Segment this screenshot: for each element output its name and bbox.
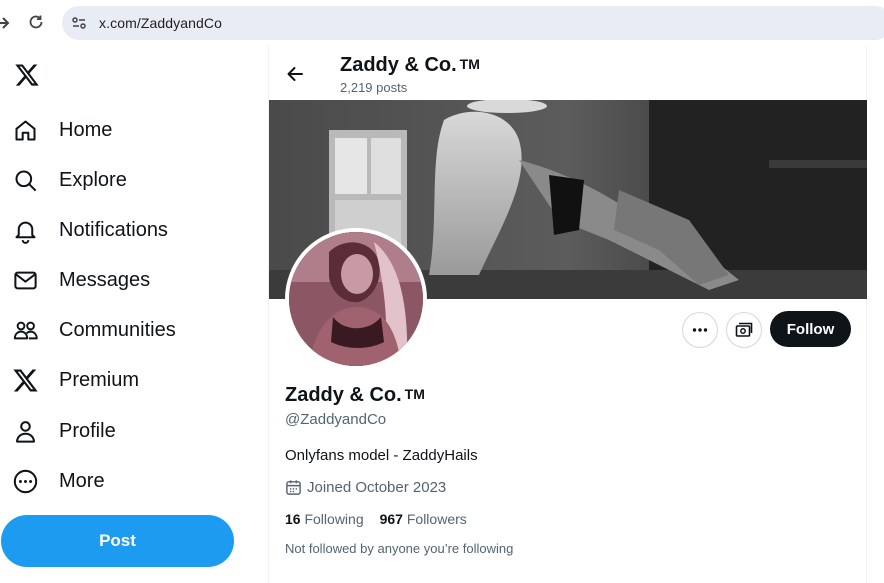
- search-icon: [15, 169, 37, 191]
- sidebar-item-label: Messages: [59, 268, 151, 291]
- followers-label: Followers: [406, 511, 467, 527]
- sidebar-item-label: More: [59, 469, 105, 492]
- site-info-icon[interactable]: [70, 14, 88, 32]
- sidebar-item-label: Notifications: [59, 218, 168, 241]
- url-text: x.com/ZaddyandCo: [99, 15, 222, 31]
- header-name: Zaddy & Co. TM: [340, 54, 480, 77]
- post-count: 2,219 posts: [340, 80, 408, 95]
- sidebar-item-profile[interactable]: Profile: [12, 411, 252, 451]
- avatar-photo: [289, 232, 423, 366]
- profile-handle: @ZaddyandCo: [285, 411, 387, 428]
- profile-name-text: Zaddy & Co.: [285, 384, 402, 406]
- sidebar-item-label: Premium: [59, 368, 140, 391]
- avatar[interactable]: [285, 228, 427, 370]
- join-date-text: Joined October 2023: [307, 479, 447, 496]
- following-count: 16: [285, 511, 301, 527]
- following-label: Following: [304, 511, 364, 527]
- sidebar-item-label: Explore: [59, 168, 127, 191]
- join-date: Joined October 2023: [285, 479, 446, 496]
- trademark-mark: TM: [404, 386, 425, 402]
- sidebar-item-label: Communities: [59, 318, 176, 341]
- trademark-mark: TM: [459, 56, 480, 72]
- followed-by-note: Not followed by anyone you’re following: [285, 541, 514, 556]
- calendar-icon: [286, 480, 301, 495]
- person-icon: [16, 420, 35, 443]
- address-bar[interactable]: x.com/ZaddyandCo: [62, 6, 884, 40]
- sidebar-item-more[interactable]: More: [12, 461, 252, 501]
- more-horizontal-icon: [692, 328, 708, 332]
- sidebar-item-home[interactable]: Home: [12, 110, 252, 150]
- browser-toolbar: x.com/ZaddyandCo: [0, 0, 884, 46]
- more-circle-icon: [13, 469, 38, 493]
- back-arrow-icon[interactable]: [283, 60, 307, 88]
- x-logo-icon: [13, 369, 38, 391]
- forward-arrow-icon[interactable]: [0, 13, 10, 33]
- home-icon: [15, 119, 36, 141]
- sidebar: Home Explore Notifications Messages Comm…: [0, 46, 268, 583]
- follow-stats: 16 Following 967 Followers: [285, 511, 467, 527]
- money-icon: [735, 322, 753, 337]
- sidebar-item-premium[interactable]: Premium: [12, 360, 252, 400]
- sidebar-item-label: Profile: [59, 419, 116, 442]
- sidebar-item-explore[interactable]: Explore: [12, 160, 252, 200]
- followers-count: 967: [379, 511, 403, 527]
- post-button[interactable]: Post: [1, 515, 234, 567]
- sidebar-item-label: Home: [59, 118, 113, 141]
- sidebar-item-notifications[interactable]: Notifications: [12, 210, 252, 250]
- followers-link[interactable]: 967 Followers: [380, 511, 467, 527]
- sidebar-item-messages[interactable]: Messages: [12, 260, 252, 300]
- follow-button[interactable]: Follow: [770, 311, 851, 347]
- x-logo-icon[interactable]: [13, 62, 41, 88]
- subscribe-button[interactable]: [726, 312, 762, 348]
- profile-bio: Onlyfans model - ZaddyHails: [285, 447, 478, 464]
- envelope-icon: [14, 271, 37, 289]
- bell-icon: [15, 221, 36, 244]
- profile-name: Zaddy & Co. TM: [285, 384, 425, 407]
- more-options-button[interactable]: [682, 312, 718, 348]
- reload-icon[interactable]: [27, 13, 45, 31]
- following-link[interactable]: 16 Following: [285, 511, 364, 527]
- header-name-text: Zaddy & Co.: [340, 54, 457, 76]
- people-icon: [13, 321, 38, 339]
- sidebar-item-communities[interactable]: Communities: [12, 310, 252, 350]
